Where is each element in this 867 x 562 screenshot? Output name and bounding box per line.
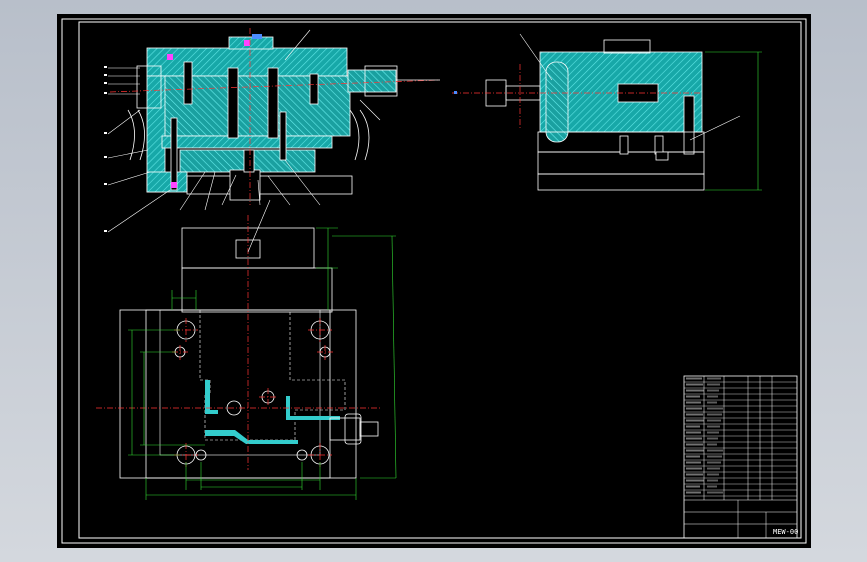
title-block-cell-mark [707,413,722,416]
title-block-cell-mark [707,437,718,440]
title-block-cell-mark [686,389,704,392]
title-block-cell-mark [686,473,703,476]
title-block-cell-mark [686,395,700,398]
title-block-cell-mark [707,419,721,422]
title-block-cell-mark [707,389,719,392]
title-block-cell-mark [707,485,717,488]
title-block-cell-mark [707,395,718,398]
title-block-cell-mark [707,473,719,476]
title-block-cell-mark [686,401,701,404]
title-block-cell-mark [707,407,723,410]
title-block-cell-mark [707,425,720,428]
title-block-cell-mark [707,431,719,434]
title-block-cell-mark [707,443,717,446]
title-block-cell-mark [686,455,700,458]
title-block-cell-mark [707,491,723,494]
title-block-cell-mark [707,461,721,464]
title-block-cell-mark [707,467,720,470]
title-block-cell-mark [686,479,704,482]
title-block-cell-mark [686,437,702,440]
title-block-cell-mark [686,383,703,386]
title-block-cell-mark [686,461,701,464]
title-block-cell-mark [707,479,718,482]
cad-viewport[interactable]: MEW-00 [0,0,867,562]
drawing-sheet: MEW-00 [57,14,811,548]
title-block-cell-mark [686,413,703,416]
title-block-cell-mark [686,407,702,410]
title-block-cell-mark [707,449,723,452]
title-block-cell-mark [686,485,700,488]
title-block-cell-mark [686,491,701,494]
title-block-cell-mark [707,383,720,386]
title-block-cell-mark [707,455,722,458]
title-block-cell-mark [707,401,717,404]
title-block-cell-mark [686,377,702,380]
title-block-cell-mark [686,425,700,428]
title-block-cell-mark [686,467,702,470]
title-block-cell-mark [686,431,701,434]
title-block-cell-mark [686,449,704,452]
drawing-number: MEW-00 [773,528,798,536]
title-block-cell-mark [686,419,704,422]
title-block-cell-mark [686,443,703,446]
title-block-cell-mark [707,377,721,380]
